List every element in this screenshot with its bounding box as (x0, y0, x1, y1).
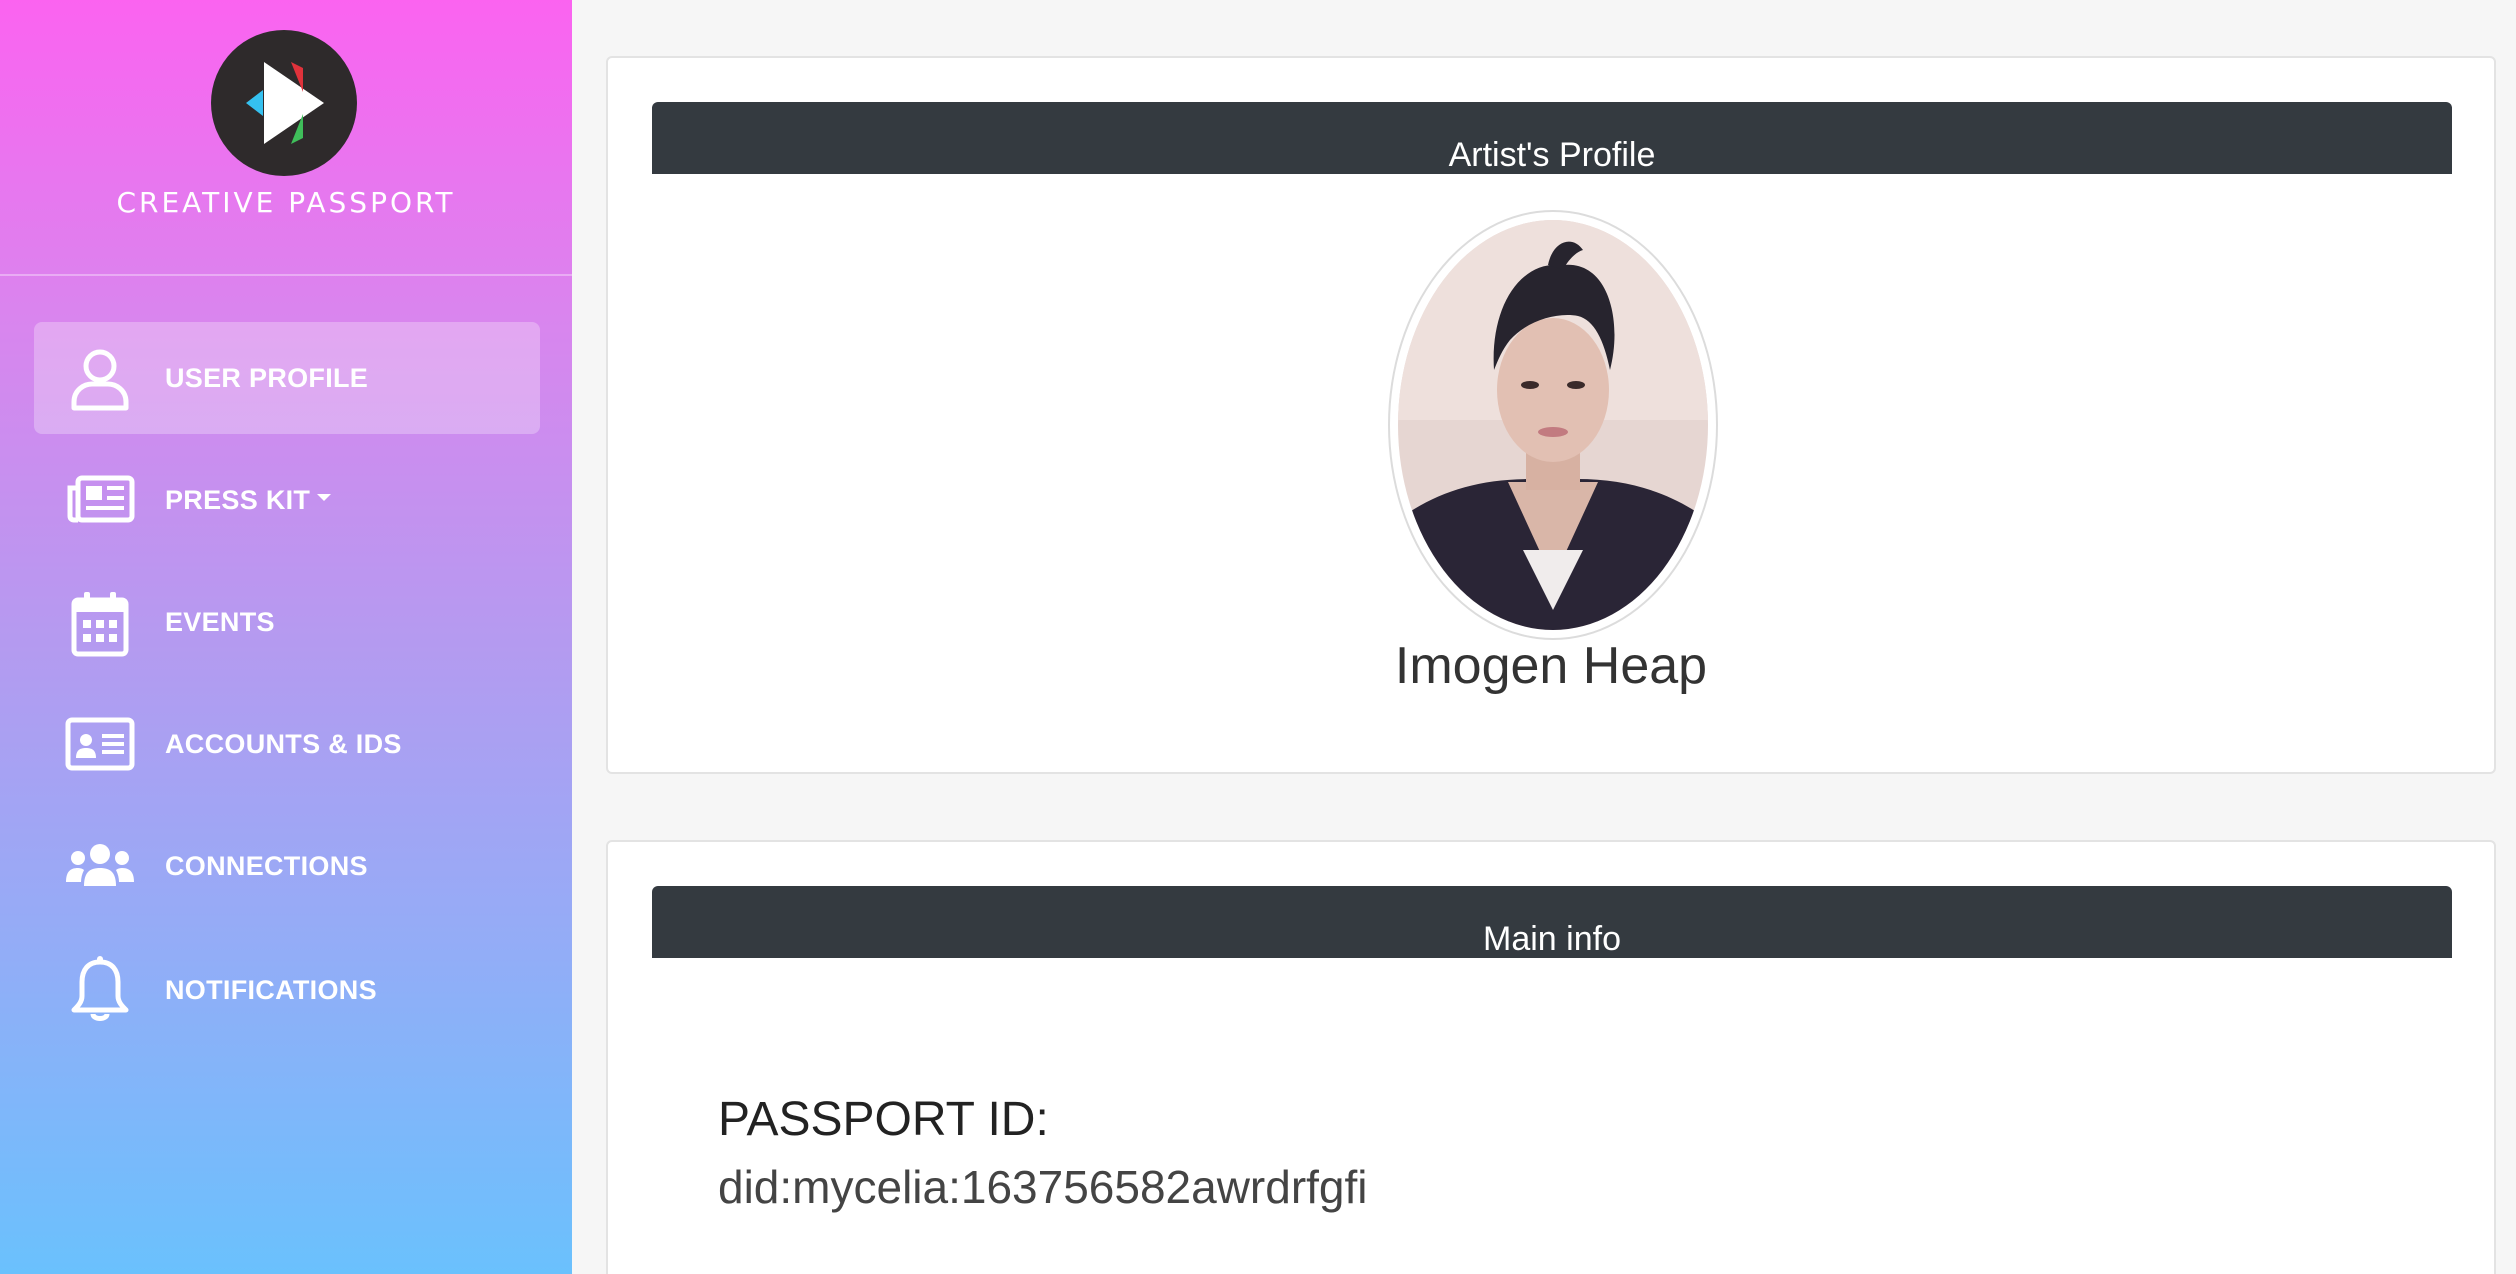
brand-title: CREATIVE PASSPORT (116, 186, 456, 219)
sidebar-item-connections[interactable]: CONNECTIONS (34, 810, 540, 922)
sidebar-item-press-kit[interactable]: PRESS KIT (34, 444, 540, 556)
card-header: Artist's Profile (652, 102, 2452, 174)
press-kit-label: PRESS KIT (165, 485, 311, 515)
passport-id-value: did:mycelia:163756582awrdrfgfi (718, 1161, 1368, 1213)
creative-passport-logo[interactable] (211, 30, 357, 176)
artist-name: Imogen Heap (1394, 637, 1708, 695)
card-header: Main info (652, 886, 2452, 958)
sidebar-item-label: CONNECTIONS (165, 851, 368, 881)
main-info-card: Main info PASSPORT ID: did:mycelia:16375… (606, 840, 2496, 1274)
play-logo-icon (246, 62, 324, 144)
sidebar: CREATIVE PASSPORT USER PROFILE PRESS KIT (0, 0, 572, 1274)
calendar-icon (64, 586, 136, 658)
sidebar-item-user-profile[interactable]: USER PROFILE (34, 322, 540, 434)
sidebar-item-label: ACCOUNTS & IDS (165, 729, 402, 759)
brand: CREATIVE PASSPORT (0, 0, 572, 276)
sidebar-item-label: PRESS KIT (165, 444, 332, 556)
sidebar-item-accounts-ids[interactable]: ACCOUNTS & IDS (34, 688, 540, 800)
id-card-icon (64, 708, 136, 780)
user-icon (64, 342, 136, 414)
sidebar-item-events[interactable]: EVENTS (34, 566, 540, 678)
users-icon (64, 830, 136, 902)
caret-down-icon (317, 494, 332, 502)
sidebar-item-notifications[interactable]: NOTIFICATIONS (34, 934, 540, 1046)
artist-profile-card: Artist's Profile Imogen Heap (606, 56, 2496, 774)
sidebar-item-label: NOTIFICATIONS (165, 975, 377, 1005)
bell-icon (64, 954, 136, 1026)
passport-id-label: PASSPORT ID: (718, 1093, 1049, 1146)
sidebar-item-label: USER PROFILE (165, 363, 369, 393)
artist-photo (1398, 220, 1708, 630)
newspaper-icon (64, 464, 136, 536)
sidebar-item-label: EVENTS (165, 607, 275, 637)
avatar[interactable] (1388, 210, 1718, 640)
